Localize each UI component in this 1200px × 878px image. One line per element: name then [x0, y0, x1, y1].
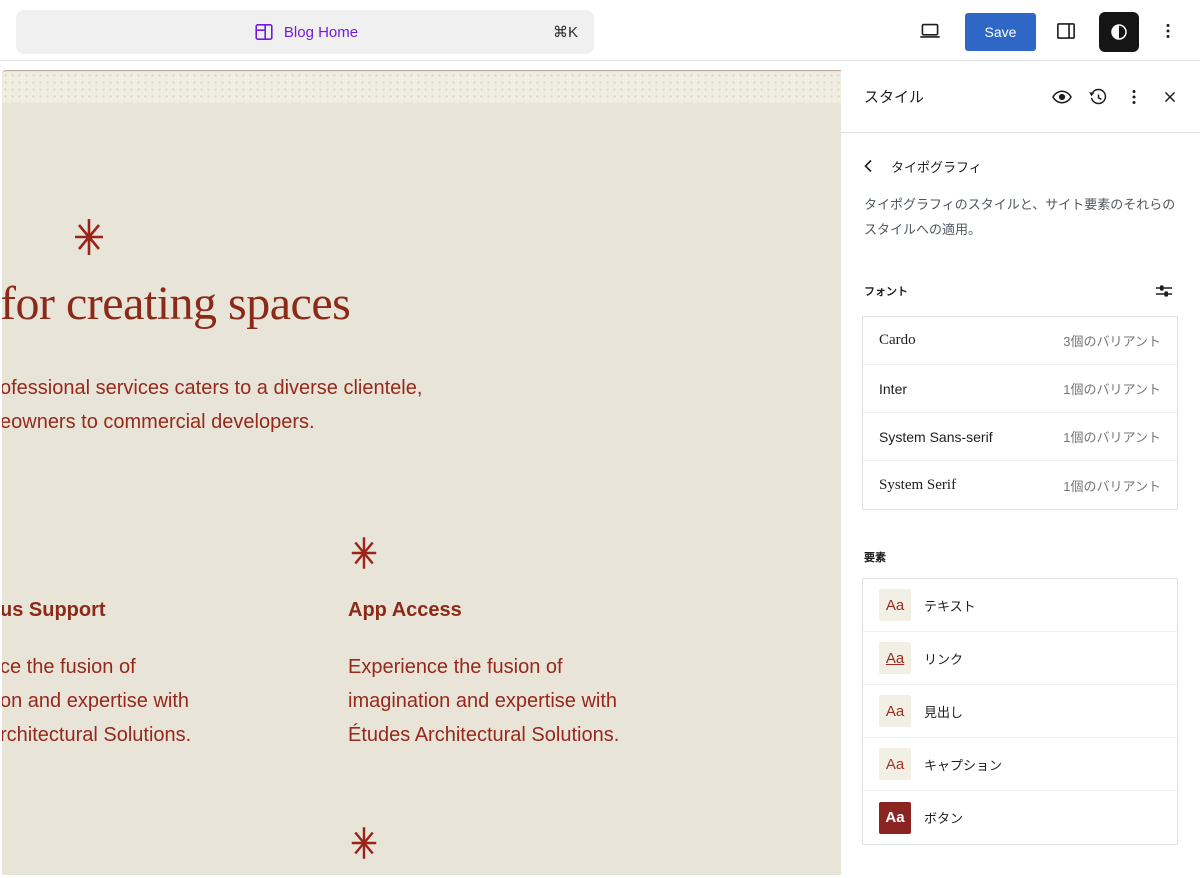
revisions-history-icon — [1086, 85, 1110, 109]
element-item-button[interactable]: Aa ボタン — [863, 791, 1177, 844]
typography-description: タイポグラフィのスタイルと、サイト要素のそれらのスタイルへの適用。 — [864, 192, 1178, 242]
styles-button-active[interactable] — [1099, 12, 1139, 52]
element-label: ボタン — [924, 808, 963, 827]
font-variant-count: 1個のバリアント — [1063, 379, 1161, 398]
site-preview-canvas[interactable]: for creating spaces ofessional services … — [2, 70, 841, 875]
feature-column[interactable]: App Access Experience the fusion of imag… — [348, 599, 619, 752]
font-name: Cardo — [879, 332, 916, 349]
asterisk-decoration[interactable] — [350, 535, 378, 571]
sidebar-title: スタイル — [864, 86, 1044, 107]
site-header-band — [2, 72, 841, 103]
styles-sidebar: スタイル — [841, 61, 1200, 878]
preview-device-button[interactable] — [910, 11, 950, 51]
text-preview-swatch: Aa — [879, 589, 911, 621]
font-variant-count: 1個のバリアント — [1063, 427, 1161, 446]
options-menu-icon — [1122, 85, 1146, 109]
element-label: テキスト — [924, 596, 976, 615]
feature-text-line: ce the fusion of — [2, 650, 191, 684]
fonts-section-label: フォント — [864, 283, 908, 299]
settings-sidebar-toggle[interactable] — [1046, 11, 1086, 51]
more-menu-icon — [1156, 19, 1180, 43]
keyboard-shortcut: ⌘K — [553, 10, 578, 54]
save-button[interactable]: Save — [965, 13, 1036, 51]
template-icon — [252, 20, 276, 44]
manage-fonts-button[interactable] — [1144, 271, 1184, 311]
options-menu-button[interactable] — [1148, 11, 1188, 51]
styles-options-button[interactable] — [1116, 79, 1152, 115]
typography-back-button[interactable]: タイポグラフィ — [853, 150, 990, 182]
element-label: キャプション — [924, 755, 1002, 774]
feature-text-line: Experience the fusion of — [348, 650, 619, 684]
styles-contrast-icon — [1107, 20, 1131, 44]
asterisk-decoration[interactable] — [350, 825, 378, 861]
close-sidebar-button[interactable] — [1152, 79, 1188, 115]
font-name: System Serif — [879, 477, 956, 494]
styles-sidebar-header: スタイル — [841, 61, 1200, 133]
element-label: 見出し — [924, 702, 963, 721]
font-item-system-sans-serif[interactable]: System Sans-serif 1個のバリアント — [863, 413, 1177, 461]
element-label: リンク — [924, 649, 963, 668]
hero-paragraph-line2: eowners to commercial developers. — [2, 405, 422, 439]
feature-text-line: rchitectural Solutions. — [2, 718, 191, 752]
font-item-cardo[interactable]: Cardo 3個のバリアント — [863, 317, 1177, 365]
heading-preview-swatch: Aa — [879, 695, 911, 727]
fonts-list: Cardo 3個のバリアント Inter 1個のバリアント System San… — [862, 316, 1178, 510]
editor-canvas-frame: for creating spaces ofessional services … — [0, 61, 841, 878]
back-chevron-icon — [861, 158, 877, 174]
feature-text-line: Études Architectural Solutions. — [348, 718, 619, 752]
hero-paragraph-line1: ofessional services caters to a diverse … — [2, 371, 422, 405]
command-palette-label: Blog Home — [284, 24, 358, 41]
feature-text-line: on and expertise with — [2, 684, 191, 718]
element-item-heading[interactable]: Aa 見出し — [863, 685, 1177, 738]
style-book-button[interactable] — [1044, 79, 1080, 115]
feature-heading: us Support — [2, 599, 191, 622]
hero-paragraph[interactable]: ofessional services caters to a diverse … — [2, 371, 422, 439]
font-name: System Sans-serif — [879, 429, 993, 445]
sidebar-toggle-icon — [1053, 18, 1079, 44]
feature-heading: App Access — [348, 599, 619, 622]
style-book-eye-icon — [1050, 85, 1074, 109]
element-item-text[interactable]: Aa テキスト — [863, 579, 1177, 632]
elements-list: Aa テキスト Aa リンク Aa 見出し Aa キャプション Aa ボタン — [862, 578, 1178, 845]
font-item-system-serif[interactable]: System Serif 1個のバリアント — [863, 461, 1177, 509]
asterisk-decoration[interactable] — [73, 217, 105, 257]
caption-preview-swatch: Aa — [879, 748, 911, 780]
font-item-inter[interactable]: Inter 1個のバリアント — [863, 365, 1177, 413]
top-toolbar: Blog Home ⌘K Save — [0, 0, 1200, 61]
button-preview-swatch: Aa — [879, 802, 911, 834]
revisions-button[interactable] — [1080, 79, 1116, 115]
feature-text-line: imagination and expertise with — [348, 684, 619, 718]
hero-heading[interactable]: for creating spaces — [2, 276, 350, 331]
element-item-link[interactable]: Aa リンク — [863, 632, 1177, 685]
close-icon — [1159, 86, 1181, 108]
font-variant-count: 3個のバリアント — [1063, 331, 1161, 350]
font-name: Inter — [879, 381, 907, 397]
site-editor: Blog Home ⌘K Save — [0, 0, 1200, 878]
command-palette-button[interactable]: Blog Home ⌘K — [16, 10, 594, 54]
element-item-caption[interactable]: Aa キャプション — [863, 738, 1177, 791]
desktop-preview-icon — [917, 18, 943, 44]
elements-section-label: 要素 — [864, 549, 886, 565]
feature-column[interactable]: us Support ce the fusion of on and exper… — [2, 599, 191, 752]
typography-panel-title: タイポグラフィ — [891, 157, 982, 176]
font-settings-sliders-icon — [1152, 279, 1176, 303]
font-variant-count: 1個のバリアント — [1063, 476, 1161, 495]
link-preview-swatch: Aa — [879, 642, 911, 674]
